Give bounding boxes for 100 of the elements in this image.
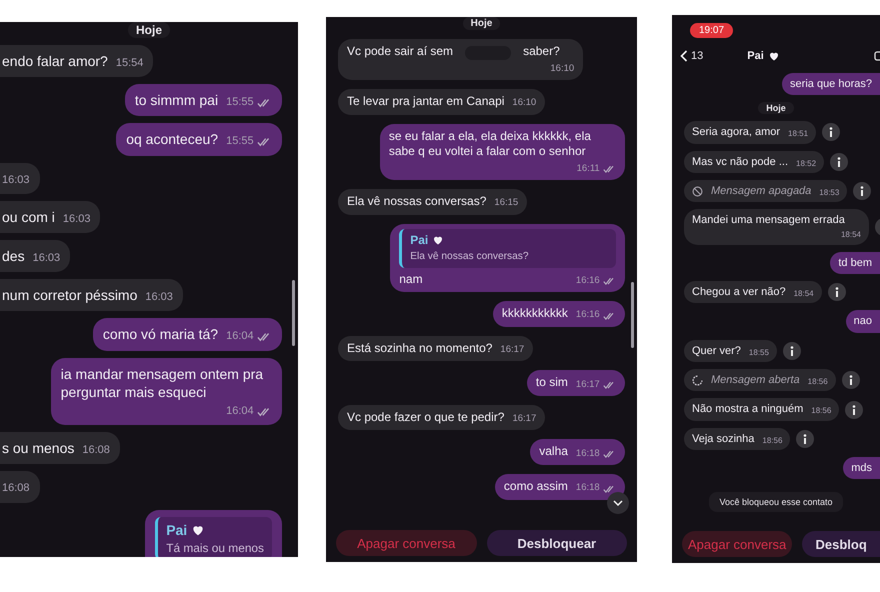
back-chevron-icon <box>680 50 688 62</box>
message-time: 18:56 <box>811 405 832 417</box>
unblock-button[interactable]: Desbloq <box>802 531 880 557</box>
message-text: mds <box>851 460 872 476</box>
message-text: ia mandar mensagem ontem pra perguntar mais esqueci <box>60 364 264 401</box>
message-text: Mas vc não pode ... <box>692 154 788 169</box>
message-text: Mensagem aberta <box>711 373 800 388</box>
message-text: to sim <box>536 375 568 391</box>
message-text: Vc pode sair aí sem <box>347 44 454 60</box>
message-time: 18:54 <box>794 288 814 300</box>
message-text: des <box>2 247 25 266</box>
message-time: 16:04 <box>226 326 272 344</box>
message-text: Mandei uma mensagem errada <box>692 213 845 228</box>
scrollbar[interactable] <box>292 280 295 346</box>
message-text: kkkkkkkkkkk <box>502 306 568 322</box>
message-text: se eu falar a ela, ela deixa kkkkkk, ela sabe q eu voltei a falar com o senhor <box>388 128 592 160</box>
message-time: 18:56 <box>762 434 782 446</box>
message-time: 16:17 <box>500 342 524 356</box>
message-text: Quer ver? <box>692 344 741 358</box>
chevron-down-icon <box>613 500 623 506</box>
loading-icon <box>692 374 703 386</box>
info-button[interactable] <box>830 152 848 171</box>
quote-author: Pai <box>166 520 188 539</box>
message-text: ou com i <box>2 208 55 226</box>
info-icon <box>852 404 856 414</box>
message-time: 16:03 <box>32 250 60 266</box>
quote-text: Tá mais ou menos <box>166 540 264 556</box>
heart-icon <box>432 234 444 246</box>
info-icon <box>803 434 808 444</box>
message-time: 16:11 <box>576 160 616 176</box>
message-text: saber? <box>523 44 560 60</box>
back-link[interactable]: 13 <box>680 50 704 62</box>
message-time: 16:03 <box>145 290 173 304</box>
message-text: seria que horas? <box>790 77 872 92</box>
message-text: s ou menos <box>2 439 74 458</box>
info-button[interactable] <box>853 182 872 200</box>
message-time: 16:18 <box>576 479 616 495</box>
message-time: 18:51 <box>788 128 808 140</box>
info-icon <box>834 287 839 298</box>
message-text: Mensagem apagada <box>711 184 812 198</box>
message-text: Veja sozinha <box>692 432 754 446</box>
message-time: 18:52 <box>796 158 816 169</box>
quote-text: Ela vê nossas conversas? <box>410 250 530 264</box>
message-text: nam <box>399 272 423 288</box>
message-time: 16:16 <box>576 306 616 322</box>
message-time: 18:55 <box>748 346 769 358</box>
info-icon <box>848 375 853 386</box>
message-time: 16:17 <box>576 376 616 391</box>
info-button[interactable] <box>822 123 840 142</box>
system-notice: Você bloqueou esse contato <box>709 492 843 512</box>
message-time: 16:10 <box>550 62 574 75</box>
message-text: Não mostra a ninguém <box>692 402 804 417</box>
message-time: 18:53 <box>819 186 840 198</box>
message-time: 16:03 <box>62 212 90 226</box>
message-time: 15:54 <box>116 56 144 70</box>
message-text: td bem <box>838 256 872 270</box>
info-button[interactable] <box>842 371 860 390</box>
message-time: 16:15 <box>494 196 518 210</box>
info-icon <box>837 156 842 167</box>
message-time: 15:55 <box>226 92 272 110</box>
message-text: Está sozinha no momento? <box>347 340 492 356</box>
message-text: Chegou a ver não? <box>692 285 786 300</box>
message-time: 16:10 <box>512 96 536 110</box>
message-text: valha <box>539 444 568 460</box>
blocked-icon <box>692 186 703 197</box>
message-time: 18:54 <box>840 229 861 241</box>
message-time: 16:08 <box>2 481 30 496</box>
scroll-down-button[interactable] <box>607 492 629 514</box>
scrollbar[interactable] <box>631 282 634 348</box>
info-button[interactable] <box>828 283 846 302</box>
status-time: 19:07 <box>690 22 734 38</box>
info-button[interactable] <box>845 400 864 418</box>
date-label: Hoje <box>758 102 794 114</box>
contact-name: Pai <box>747 50 764 62</box>
info-icon <box>860 186 864 196</box>
date-label: Hoje <box>128 22 170 38</box>
message-text: endo falar amor? <box>2 52 108 70</box>
message-text: Seria agora, amor <box>692 125 780 140</box>
message-time: 16:03 <box>2 172 30 187</box>
message-text: to simmm pai <box>134 91 218 110</box>
message-text: Te levar pra jantar em Canapi <box>347 94 504 110</box>
unblock-button[interactable]: Desbloquear <box>486 530 627 556</box>
date-label: Hoje <box>462 17 500 30</box>
message-text: Ela vê nossas conversas? <box>347 194 486 210</box>
message-text: nao <box>854 314 872 329</box>
message-time: 15:55 <box>226 131 272 149</box>
message-text: Vc pode fazer o que te pedir? <box>347 410 504 426</box>
info-button[interactable] <box>782 342 801 360</box>
info-button[interactable] <box>796 430 814 448</box>
message-text: oq aconteceu? <box>126 130 218 149</box>
message-time: 18:56 <box>808 376 828 388</box>
quote-author: Pai <box>410 232 428 248</box>
message-time: 16:08 <box>82 443 110 458</box>
message-time: 16:18 <box>576 444 616 460</box>
message-text: como vó maria tá? <box>102 325 218 344</box>
info-icon <box>829 127 834 138</box>
message-text: como assim <box>504 479 568 495</box>
message-time: 16:17 <box>512 412 536 426</box>
info-icon <box>790 346 794 356</box>
heart-icon <box>768 50 780 62</box>
